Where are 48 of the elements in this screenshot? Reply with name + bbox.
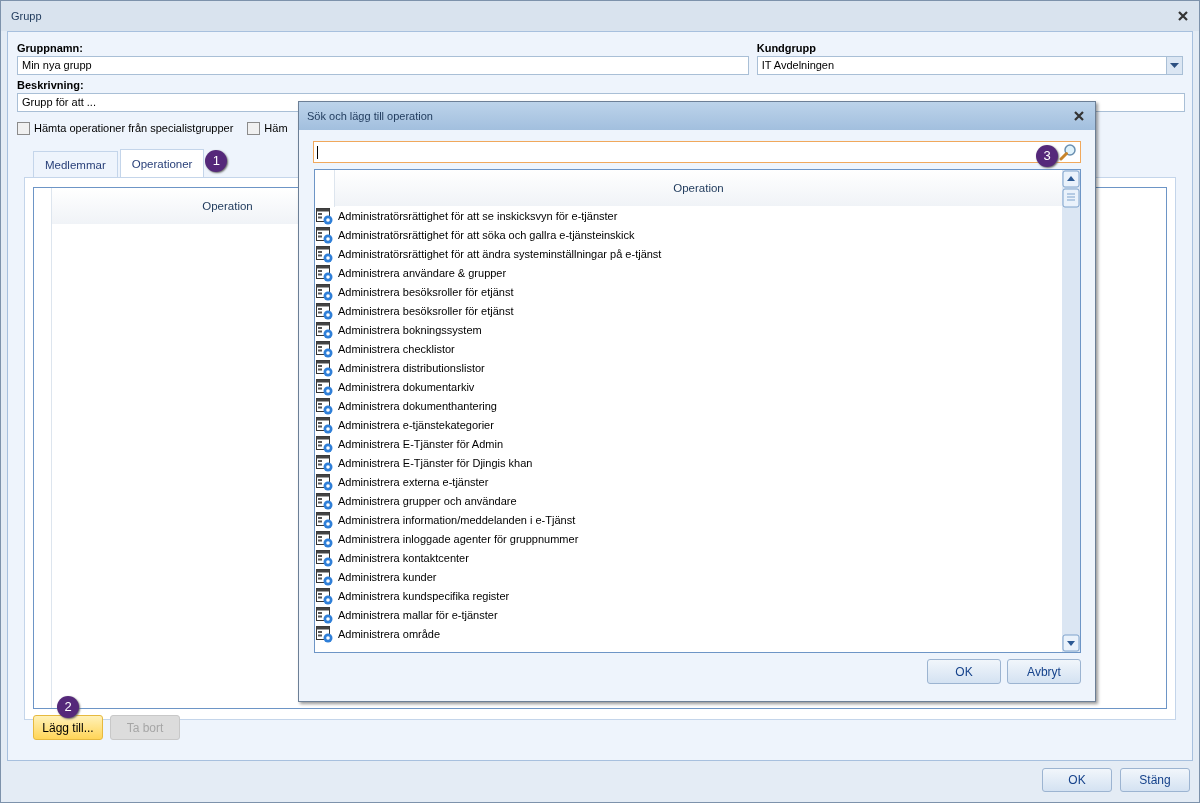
dropdown-field[interactable]: IT Avdelningen [756,56,1183,75]
list-item[interactable]: Administrera inloggade agenter för gruppnummer [338,531,579,548]
list-item[interactable]: Administrera E-Tjänster för Admin [338,436,504,453]
field-label: Kundgrupp [756,41,817,56]
list-item[interactable]: Administrera mallar för e-tjänster [338,607,498,624]
marker-badge: 3 [1036,145,1058,167]
tab[interactable]: Operationer [119,149,205,177]
list-item[interactable]: Administrera e-tjänstekategorier [338,417,494,434]
list-item[interactable]: Administrera område [338,626,441,643]
list-item[interactable]: Administrera besöksroller för etjänst [338,284,514,301]
list-item[interactable]: Administrera externa e-tjänster [338,474,489,491]
list-item[interactable]: Administrera E-Tjänster för Djingis khan [338,455,533,472]
list-item[interactable]: Administratörsrättighet för att ändra systeminställningar på e-tjänst [338,246,662,263]
button[interactable]: Stäng [1120,768,1190,792]
list-item[interactable]: Administrera dokumenthantering [338,398,497,415]
list-item[interactable]: Administrera information/meddelanden i e-Tjänst [338,512,576,529]
list-item[interactable]: Administrera användare & grupper [338,265,507,282]
list-item[interactable]: Administrera grupper och användare [338,493,517,510]
dropdown-arrow-icon[interactable] [1170,63,1179,68]
window-title: Grupp [11,8,42,24]
list-item[interactable]: Administrera dokumentarkiv [338,379,475,396]
checkbox[interactable] [247,121,261,135]
text-field[interactable]: Min nya grupp [17,56,749,75]
list-item[interactable]: Administrera checklistor [338,341,455,358]
list-item[interactable]: Administrera bokningssystem [338,322,482,339]
scrollbar[interactable] [1062,170,1080,652]
checkbox[interactable] [17,121,30,135]
checkbox-label: Häm [264,120,288,136]
list-item[interactable]: Administratörsrättighet för att söka och gallra e-tjänsteinskick [338,227,635,244]
list-item[interactable]: Administrera besöksroller för etjänst [338,303,514,320]
button[interactable]: OK [927,659,1001,684]
button[interactable]: Avbryt [1007,659,1081,684]
list-item[interactable]: Administrera kontaktcenter [338,550,469,567]
list-item[interactable]: Administrera distributionslistor [338,360,485,377]
checkbox-label: Hämta operationer från specialistgrupper [34,120,234,136]
close-icon[interactable] [1073,110,1085,122]
marker-badge: 2 [57,696,79,718]
dialog-title: Sök och lägg till operation [307,108,433,124]
field-label: Gruppnamn: [17,41,84,56]
list-item[interactable]: Administrera kunder [338,569,437,586]
search-icon[interactable] [1059,143,1077,161]
tab[interactable]: Medlemmar [33,151,118,177]
list-item[interactable]: Administrera kundspecifika register [338,588,510,605]
marker-badge: 1 [205,150,228,172]
field-label: Beskrivning: [17,78,85,93]
button[interactable]: Lägg till... [33,715,103,740]
close-icon[interactable] [1177,10,1189,22]
button[interactable]: OK [1042,768,1112,792]
